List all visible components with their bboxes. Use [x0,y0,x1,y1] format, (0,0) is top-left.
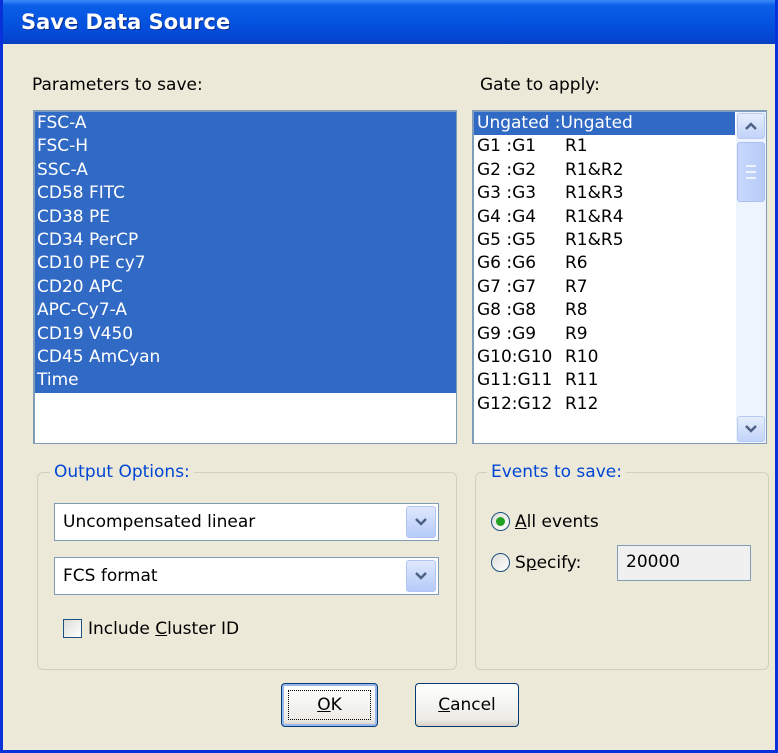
gate-name: G12:G12 [477,393,553,414]
chevron-up-icon [745,122,757,130]
cancel-label-rest: ancel [450,695,496,715]
gate-region: R12 [565,393,599,414]
gate-item[interactable]: G9 :G9 R9 [474,323,735,346]
cluster-label-rest: luster ID [167,619,240,639]
specify-label-rest: ecify: [536,553,582,573]
output-options-legend: Output Options: [50,462,194,482]
parameter-item[interactable]: CD58 FITC [35,182,456,206]
cluster-label-accel: C [155,619,168,639]
ok-button[interactable]: OK [281,683,378,727]
gate-name: G7 :G7 [477,276,537,297]
cluster-label-part: Include [88,619,156,639]
gate-item[interactable]: G8 :G8 R8 [474,299,735,322]
all-events-label[interactable]: All events [515,512,599,532]
radio-selected-dot [496,517,505,526]
specify-radio[interactable] [491,553,510,572]
gate-name: G5 :G5 [477,229,537,250]
compensation-select[interactable]: Uncompensated linear [54,503,439,541]
parameter-item[interactable]: CD10 PE cy7 [35,252,456,276]
gate-item[interactable]: G3 :G3 R1&R3 [474,182,735,205]
focus-rect [288,690,371,720]
gate-item[interactable]: G12:G12 R12 [474,393,735,416]
gate-name: G11:G11 [477,370,553,391]
gate-name: G2 :G2 [477,159,537,180]
title-bar[interactable]: Save Data Source [3,0,775,44]
parameter-item[interactable]: CD34 PerCP [35,228,456,253]
format-select[interactable]: FCS format [54,557,439,595]
save-data-source-dialog: Save Data Source Parameters to save: Gat… [0,0,778,753]
parameter-item[interactable]: SSC-A [35,158,456,183]
gate-name: G1 :G1 [477,136,537,157]
specify-label-part: S [515,553,526,573]
gate-label: Gate to apply: [480,75,600,95]
gate-name: G9 :G9 [477,323,537,344]
all-label-accel: A [515,512,527,532]
gate-name: G6 :G6 [477,253,537,274]
gate-item[interactable]: G4 :G4 R1&R4 [474,206,735,229]
gate-region: R1&R2 [565,159,624,180]
gate-name: G3 :G3 [477,183,537,204]
gate-region: R9 [565,323,588,344]
parameter-item[interactable]: FSC-H [35,135,456,159]
chevron-down-icon [745,425,757,433]
format-dropdown-button[interactable] [406,560,436,592]
gate-name: G10:G10 [477,346,553,367]
gate-region: R1&R4 [565,206,624,227]
gate-item[interactable]: G2 :G2 R1&R2 [474,159,735,182]
parameters-label: Parameters to save: [32,75,203,95]
gate-name: G8 :G8 [477,300,537,321]
gate-region: R8 [565,300,588,321]
cancel-label: Cancel [438,695,496,715]
compensation-dropdown-button[interactable] [406,506,436,538]
scroll-thumb[interactable] [737,142,765,202]
parameter-item[interactable]: CD45 AmCyan [35,345,456,370]
all-label-rest: ll events [526,512,599,532]
parameter-item[interactable]: FSC-A [35,112,456,136]
grip-icon [746,165,756,179]
all-events-radio[interactable] [491,512,510,531]
event-count-value: 20000 [626,552,681,572]
gate-item[interactable]: G7 :G7 R7 [474,276,735,299]
cancel-button[interactable]: Cancel [415,683,519,727]
gate-item[interactable]: G10:G10 R10 [474,346,735,369]
scroll-up-button[interactable] [737,113,765,139]
include-cluster-id-checkbox[interactable] [63,619,82,638]
scroll-down-button[interactable] [737,416,765,442]
gate-name: Ungated :Ungated [477,113,633,133]
gate-region: R1 [565,136,588,157]
specify-label-accel: p [525,553,537,573]
gate-item[interactable]: Ungated :Ungated [474,112,735,136]
chevron-down-icon [415,572,427,580]
gate-region: R1&R5 [565,229,624,250]
parameter-item[interactable]: CD20 APC [35,275,456,300]
events-legend: Events to save: [487,462,626,482]
chevron-down-icon [415,518,427,526]
gate-item[interactable]: G11:G11 R11 [474,369,735,392]
parameter-item[interactable]: APC-Cy7-A [35,299,456,323]
gate-item[interactable]: G1 :G1 R1 [474,135,735,158]
gate-scrollbar[interactable] [736,112,766,443]
parameter-item[interactable]: Time [35,369,456,393]
format-value: FCS format [63,566,158,586]
cancel-label-accel: C [438,695,451,715]
include-cluster-id-label[interactable]: Include Cluster ID [88,619,239,639]
gate-listbox[interactable]: Ungated :Ungated G1 :G1 R1 G2 :G2 R1&R2 G3 :G… [472,110,767,444]
specify-label[interactable]: Specify: [515,553,581,573]
parameters-listbox[interactable]: FSC-A FSC-H SSC-A CD58 FITC CD38 PE CD34 PerC… [33,110,457,444]
gate-item[interactable]: G5 :G5 R1&R5 [474,229,735,252]
parameter-item[interactable]: CD19 V450 [35,322,456,346]
gate-region: R10 [565,346,599,367]
parameter-items: FSC-A FSC-H SSC-A CD58 FITC CD38 PE CD34 PerC… [35,112,456,393]
gate-region: R11 [565,370,599,391]
gate-region: R6 [565,253,588,274]
dialog-title: Save Data Source [21,10,231,34]
parameter-item[interactable]: CD38 PE [35,205,456,229]
gate-item[interactable]: G6 :G6 R6 [474,252,735,275]
gate-name: G4 :G4 [477,206,537,227]
gate-region: R7 [565,276,588,297]
event-count-input[interactable]: 20000 [617,545,751,581]
compensation-value: Uncompensated linear [63,512,256,532]
gate-region: R1&R3 [565,183,624,204]
gate-items: Ungated :Ungated G1 :G1 R1 G2 :G2 R1&R2 G3 :G… [474,112,735,416]
